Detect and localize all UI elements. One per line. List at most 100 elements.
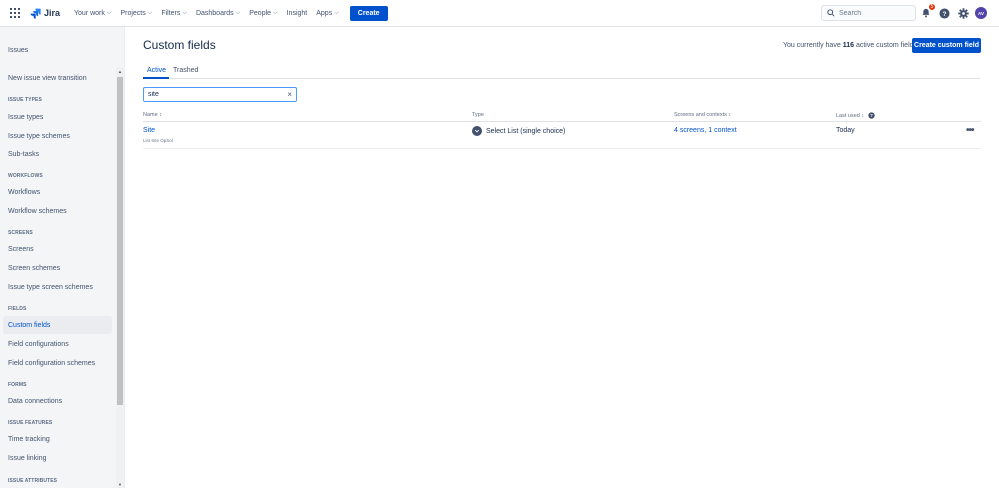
scrollbar-thumb[interactable]	[117, 77, 123, 405]
sidebar-item-issue-types[interactable]: Issue types	[3, 108, 112, 126]
sidebar-scrollbar[interactable]: ▲ ▼	[116, 67, 124, 488]
sidebar-item-screen-schemes[interactable]: Screen schemes	[3, 259, 112, 277]
sidebar-heading-forms: FORMS	[8, 382, 27, 388]
sidebar-item-issue-type-schemes[interactable]: Issue type schemes	[3, 127, 112, 145]
nav-filters[interactable]: Filters⌵	[161, 10, 187, 17]
gear-icon	[958, 8, 969, 19]
column-header-last-used[interactable]: Last used ↕ ?	[836, 112, 875, 119]
svg-text:?: ?	[870, 113, 873, 118]
nav-label: People	[249, 10, 271, 17]
notification-count-badge: 5	[928, 3, 936, 11]
tabs: Active Trashed	[143, 65, 980, 79]
product-name: Jira	[44, 8, 60, 18]
filter-input[interactable]	[148, 91, 287, 98]
svg-text:?: ?	[942, 10, 946, 17]
sidebar-item-field-configurations[interactable]: Field configurations	[3, 335, 112, 353]
admin-sidebar: Issues New issue view transition ISSUE T…	[0, 27, 125, 488]
sidebar-item-issues[interactable]: Issues	[3, 41, 112, 59]
sidebar-item-time-tracking[interactable]: Time tracking	[3, 430, 112, 448]
nav-label: Projects	[120, 10, 145, 17]
sidebar-item-issue-type-screen-schemes[interactable]: Issue type screen schemes	[3, 278, 112, 296]
sidebar-item-screens[interactable]: Screens	[3, 240, 112, 258]
summary-count: 116	[843, 42, 854, 49]
nav-label: Filters	[161, 10, 180, 17]
column-header-screens[interactable]: Screens and contexts ↕	[674, 112, 731, 118]
chevron-down-icon: ⌵	[107, 10, 112, 17]
create-custom-field-button[interactable]: Create custom field	[912, 38, 981, 53]
sidebar-item-data-connections[interactable]: Data connections	[3, 392, 112, 410]
sidebar-heading-issue-types: ISSUE TYPES	[8, 97, 42, 103]
sidebar-heading-fields: FIELDS	[8, 306, 26, 312]
jira-icon	[30, 8, 41, 19]
field-type-label: Select List (single choice)	[486, 128, 565, 135]
sort-icon: ↕	[728, 112, 731, 118]
sidebar-item-custom-fields[interactable]: Custom fields	[3, 316, 112, 334]
column-header-name[interactable]: Name ↕	[143, 112, 162, 118]
sidebar-heading-issue-features: ISSUE FEATURES	[8, 420, 52, 426]
field-name-link[interactable]: Site	[143, 127, 155, 134]
sidebar-item-issue-linking[interactable]: Issue linking	[3, 449, 112, 467]
sidebar-item-workflows[interactable]: Workflows	[3, 183, 112, 201]
info-icon[interactable]: ?	[868, 112, 875, 119]
avatar[interactable]: AV	[975, 7, 987, 19]
search-input[interactable]	[839, 10, 909, 17]
nav-people[interactable]: People⌵	[249, 10, 277, 17]
chevron-down-icon: ⌵	[148, 10, 153, 17]
summary-prefix: You currently have	[783, 42, 841, 49]
page-title: Custom fields	[143, 38, 216, 52]
screens-contexts-link[interactable]: 4 screens, 1 context	[674, 127, 737, 134]
column-header-label: Last used	[836, 113, 860, 119]
scroll-down-arrow-icon[interactable]: ▼	[118, 482, 122, 487]
sort-icon: ↕	[159, 112, 162, 118]
column-header-label: Screens and contexts	[674, 112, 727, 118]
nav-label: Apps	[316, 10, 332, 17]
field-type: Select List (single choice)	[472, 126, 565, 136]
sidebar-item-field-configuration-schemes[interactable]: Field configuration schemes	[3, 354, 112, 372]
scroll-up-arrow-icon[interactable]: ▲	[118, 69, 122, 74]
nav-label: Dashboards	[196, 10, 234, 17]
help-icon: ?	[939, 8, 950, 19]
table-header-divider	[143, 121, 981, 122]
column-header-label: Name	[143, 112, 158, 118]
settings-button[interactable]	[957, 7, 969, 19]
create-button[interactable]: Create	[350, 6, 388, 21]
notifications-button[interactable]: 5	[920, 7, 932, 19]
last-used-value: Today	[836, 127, 855, 134]
more-actions-icon[interactable]: •••	[966, 125, 974, 136]
chevron-down-icon: ⌵	[236, 10, 241, 17]
select-list-icon	[472, 126, 482, 136]
chevron-down-icon: ⌵	[273, 10, 278, 17]
field-filter[interactable]: ×	[143, 87, 297, 102]
sidebar-item-sub-tasks[interactable]: Sub-tasks	[3, 145, 112, 163]
sidebar-item-workflow-schemes[interactable]: Workflow schemes	[3, 202, 112, 220]
sort-icon: ↕	[861, 113, 864, 119]
active-tab-indicator	[143, 77, 169, 79]
nav-your-work[interactable]: Your work⌵	[74, 10, 111, 17]
nav-label: Your work	[74, 10, 105, 17]
top-navigation: Jira Your work⌵ Projects⌵ Filters⌵ Dashb…	[0, 0, 999, 27]
chevron-down-icon: ⌵	[182, 10, 187, 17]
summary-suffix: active custom fields	[856, 42, 917, 49]
sidebar-heading-issue-attributes: ISSUE ATTRIBUTES	[8, 478, 57, 484]
table-row-divider	[143, 148, 981, 149]
help-button[interactable]: ?	[938, 7, 950, 19]
chevron-down-icon: ⌵	[334, 10, 339, 17]
nav-insight[interactable]: Insight	[287, 10, 308, 17]
field-description: List Site OpSol	[143, 138, 173, 143]
tab-active[interactable]: Active	[147, 67, 166, 74]
search-icon	[827, 9, 835, 17]
nav-items: Your work⌵ Projects⌵ Filters⌵ Dashboards…	[74, 6, 388, 21]
global-search[interactable]	[821, 5, 916, 21]
sidebar-heading-screens: SCREENS	[8, 230, 33, 236]
custom-field-count-summary: You currently have 116 active custom fie…	[783, 42, 917, 49]
clear-icon[interactable]: ×	[287, 90, 292, 99]
sidebar-item-new-issue-view-transition[interactable]: New issue view transition	[3, 69, 112, 87]
app-switcher-icon[interactable]	[10, 8, 20, 18]
nav-apps[interactable]: Apps⌵	[316, 10, 339, 17]
tab-trashed[interactable]: Trashed	[173, 67, 198, 74]
sidebar-heading-workflows: WORKFLOWS	[8, 173, 43, 179]
jira-logo[interactable]: Jira	[30, 8, 60, 19]
nav-dashboards[interactable]: Dashboards⌵	[196, 10, 240, 17]
column-header-type: Type	[472, 112, 484, 118]
nav-projects[interactable]: Projects⌵	[120, 10, 152, 17]
